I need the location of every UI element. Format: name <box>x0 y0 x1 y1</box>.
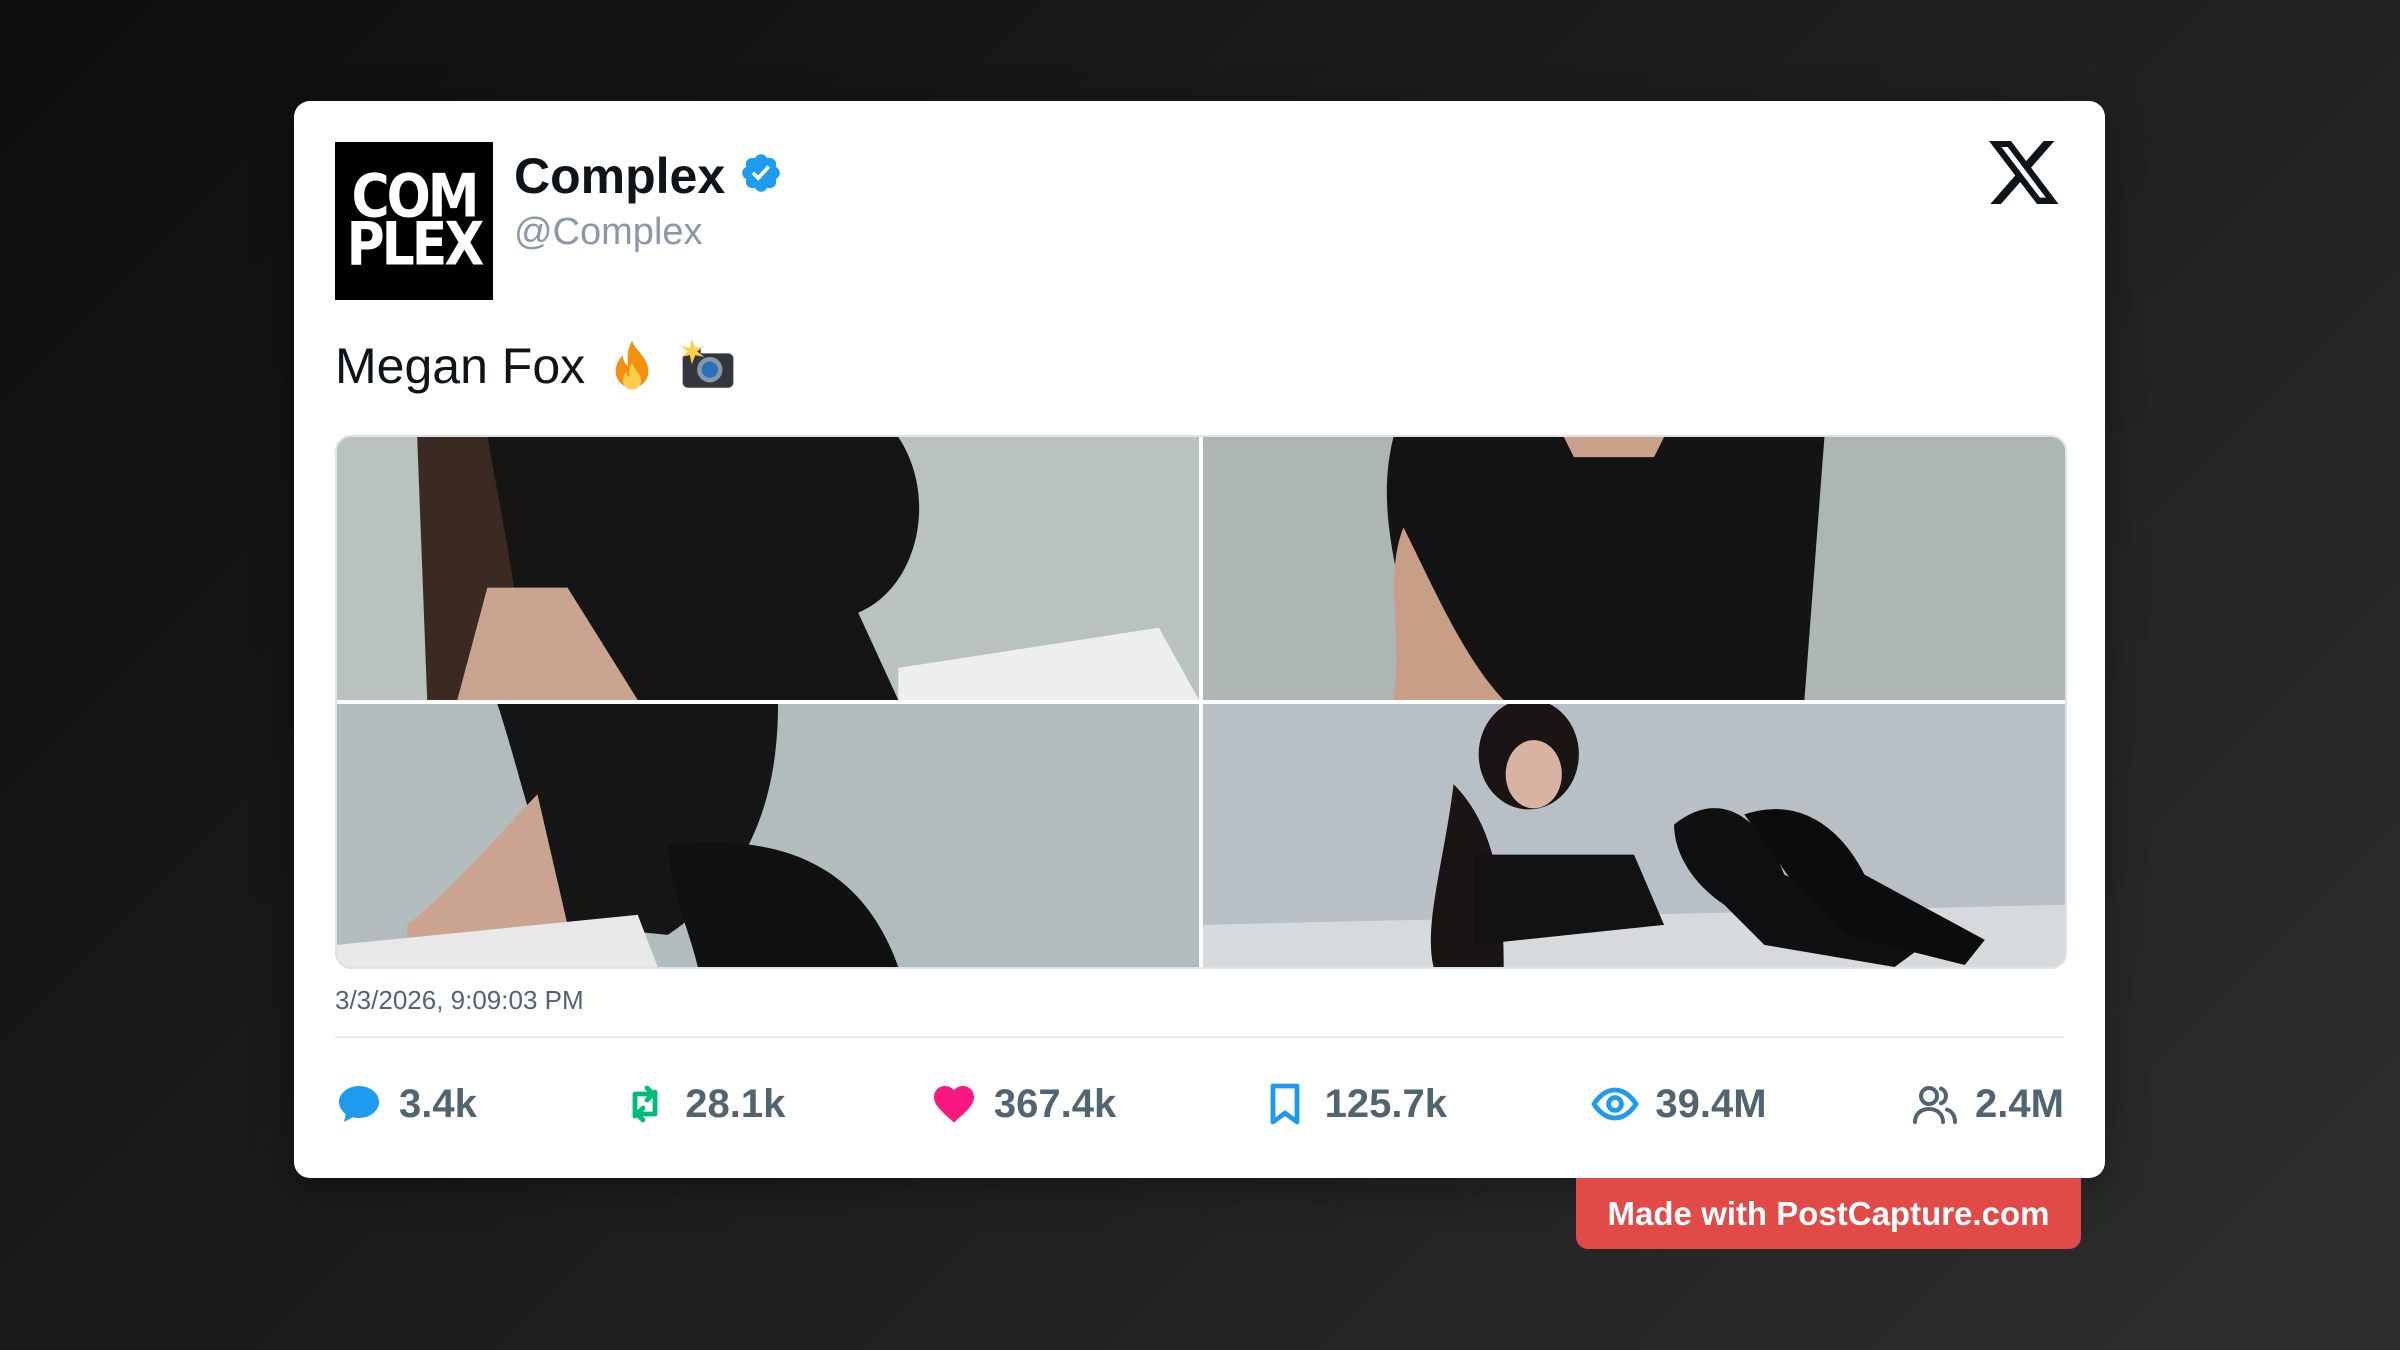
author-name[interactable]: Complex <box>514 147 725 205</box>
likes-count: 367.4k <box>993 1081 1117 1126</box>
tweet-card: COM PLEX Complex @Complex Megan Fox 3/3/… <box>294 101 2105 1178</box>
divider <box>335 1036 2064 1038</box>
users-icon <box>1913 1086 1958 1124</box>
photo-3[interactable] <box>337 704 1199 967</box>
speech-bubble-icon <box>339 1086 379 1122</box>
photo-4[interactable] <box>1203 704 2065 967</box>
photo-1[interactable] <box>337 437 1199 700</box>
photo-1-image <box>337 437 1199 700</box>
author-row: Complex <box>514 147 783 205</box>
avatar[interactable]: COM PLEX <box>335 142 493 300</box>
bookmark-icon <box>1270 1083 1300 1125</box>
likes-stat[interactable]: 367.4k <box>930 1080 1116 1128</box>
views-count: 39.4M <box>1655 1081 1767 1126</box>
x-logo-icon[interactable] <box>1989 141 2061 207</box>
verified-badge-icon <box>742 154 780 192</box>
bookmarks-stat[interactable]: 125.7k <box>1261 1080 1447 1128</box>
author-handle[interactable]: @Complex <box>514 211 703 254</box>
bookmarks-count: 125.7k <box>1324 1081 1447 1126</box>
photo-3-image <box>337 704 1199 967</box>
retweets-count: 28.1k <box>685 1081 786 1126</box>
postcapture-watermark-badge[interactable]: Made with PostCapture.com <box>1576 1178 2081 1249</box>
fire-emoji-icon <box>615 340 649 390</box>
retweet-icon <box>632 1085 658 1123</box>
engagement-stats: 3.4k 28.1k 367.4k 125.7k 39.4M 2.4M <box>335 1069 2064 1139</box>
media-grid <box>335 435 2067 969</box>
eye-icon <box>1591 1087 1640 1121</box>
tweet-text: Megan Fox <box>335 338 586 394</box>
replies-count: 3.4k <box>399 1081 477 1126</box>
tweet-text-row: Megan Fox <box>335 337 737 395</box>
avatar-text-line-2: PLEX <box>346 210 485 280</box>
photo-4-image <box>1203 704 2065 967</box>
retweets-stat[interactable]: 28.1k <box>621 1080 785 1128</box>
views-stat[interactable]: 39.4M <box>1591 1080 1767 1128</box>
camera-flash-emoji-icon <box>680 338 734 388</box>
replies-stat[interactable]: 3.4k <box>335 1080 477 1128</box>
heart-icon <box>933 1086 974 1123</box>
photo-2-image <box>1203 437 2065 700</box>
followers-stat[interactable]: 2.4M <box>1911 1080 2064 1128</box>
tweet-timestamp[interactable]: 3/3/2026, 9:09:03 PM <box>335 985 584 1016</box>
photo-2[interactable] <box>1203 437 2065 700</box>
followers-count: 2.4M <box>1975 1081 2064 1126</box>
